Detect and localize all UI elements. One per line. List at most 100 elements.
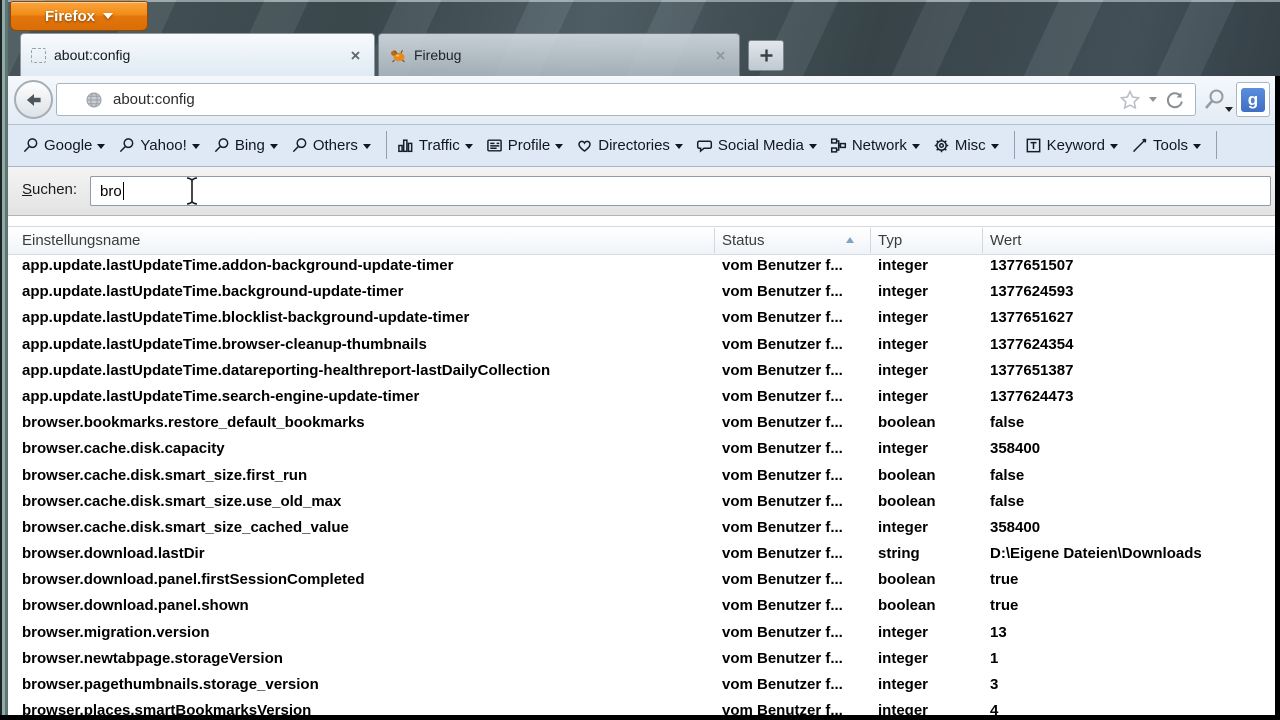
table-row[interactable]: browser.download.panel.shownvom Benutzer… (8, 593, 1275, 619)
pref-type-cell: integer (878, 358, 928, 384)
toolbar-separator (386, 131, 387, 159)
toolbar-menu-social-media[interactable]: Social Media (696, 137, 817, 154)
column-divider[interactable] (714, 228, 715, 253)
pref-type-cell: integer (878, 279, 928, 305)
url-bar[interactable]: about:config (56, 83, 1196, 116)
pref-type-cell: integer (878, 332, 928, 358)
bookmark-star-icon[interactable] (1119, 89, 1141, 111)
column-header-typ[interactable]: Typ (878, 227, 902, 254)
close-icon[interactable] (346, 46, 364, 64)
pref-type-cell: integer (878, 672, 928, 698)
toolbar-menu-profile[interactable]: Profile (486, 137, 564, 154)
pref-value-cell: 1 (990, 646, 998, 672)
pref-name-cell: app.update.lastUpdateTime.datareporting-… (22, 358, 550, 384)
chevron-down-icon (97, 144, 105, 149)
table-row[interactable]: app.update.lastUpdateTime.datareporting-… (8, 358, 1275, 384)
search-input[interactable]: bro (90, 176, 1271, 206)
pref-type-cell: boolean (878, 567, 936, 593)
reload-icon[interactable] (1165, 90, 1185, 110)
pref-status-cell: vom Benutzer f... (722, 593, 843, 619)
tab-about-config[interactable]: about:config (20, 33, 375, 76)
tab-firebug[interactable]: Firebug (378, 33, 740, 76)
chat-icon (696, 137, 713, 154)
pref-name-cell: browser.cache.disk.capacity (22, 436, 225, 462)
table-row[interactable]: browser.cache.disk.smart_size_cached_val… (8, 515, 1275, 541)
toolbar-menu-misc[interactable]: Misc (933, 137, 999, 154)
pref-status-cell: vom Benutzer f... (722, 410, 843, 436)
toolbar-menu-others[interactable]: Others (291, 137, 371, 154)
chevron-down-icon (1193, 144, 1201, 149)
pref-type-cell: integer (878, 305, 928, 331)
toolbar-menu-directories[interactable]: Directories (576, 137, 683, 154)
search-input-value: bro (100, 183, 122, 200)
pref-status-cell: vom Benutzer f... (722, 646, 843, 672)
chevron-down-icon (270, 144, 278, 149)
pref-status-cell: vom Benutzer f... (722, 672, 843, 698)
pref-name-cell: browser.cache.disk.smart_size_cached_val… (22, 515, 349, 541)
toolbar-menu-bing[interactable]: Bing (213, 137, 278, 154)
pref-status-cell: vom Benutzer f... (722, 541, 843, 567)
table-row[interactable]: browser.cache.disk.capacity vom Benutzer … (8, 436, 1275, 462)
column-divider[interactable] (982, 228, 983, 253)
pref-name-cell: browser.pagethumbnails.storage_version (22, 672, 319, 698)
chevron-down-icon (675, 144, 683, 149)
column-header-wert[interactable]: Wert (990, 227, 1021, 254)
network-icon (830, 137, 847, 154)
toolbar-menu-google[interactable]: Google (22, 137, 105, 154)
new-tab-button[interactable] (748, 40, 784, 71)
table-row[interactable]: browser.cache.disk.smart_size.use_old_ma… (8, 489, 1275, 515)
firefox-button-label: Firefox (45, 8, 95, 25)
toolbar-menu-tools[interactable]: Tools (1131, 137, 1201, 154)
table-row[interactable]: app.update.lastUpdateTime.browser-cleanu… (8, 332, 1275, 358)
pref-type-cell: string (878, 541, 920, 567)
bookmarks-dropdown-icon[interactable] (1149, 97, 1157, 102)
pref-status-cell: vom Benutzer f... (722, 279, 843, 305)
placeholder-favicon-icon (31, 48, 46, 63)
chevron-down-icon (192, 144, 200, 149)
pref-value-cell: 1377624354 (990, 332, 1073, 358)
pref-status-cell: vom Benutzer f... (722, 332, 843, 358)
search-icon (291, 137, 308, 154)
wrench-icon (1131, 137, 1148, 154)
table-row[interactable]: browser.cache.disk.smart_size.first_runv… (8, 463, 1275, 489)
column-header-status[interactable]: Status (722, 227, 765, 254)
table-row[interactable]: browser.download.lastDir vom Benutzer f..… (8, 541, 1275, 567)
toolbar-menu-traffic[interactable]: Traffic (397, 137, 473, 154)
table-row[interactable]: browser.download.panel.firstSessionCompl… (8, 567, 1275, 593)
chevron-down-icon (1110, 144, 1118, 149)
firefox-menu-button[interactable]: Firefox (10, 1, 148, 31)
table-row[interactable]: browser.bookmarks.restore_default_bookma… (8, 410, 1275, 436)
seo-toolbar: Google Yahoo! Bing Others Traffic Profile Dire… (8, 124, 1275, 167)
table-row[interactable]: browser.migration.versionvom Benutzer f.… (8, 620, 1275, 646)
browser-window: Firefox about:config Firebug (0, 0, 1280, 720)
table-row[interactable]: app.update.lastUpdateTime.search-engine-… (8, 384, 1275, 410)
table-row[interactable]: app.update.lastUpdateTime.blocklist-back… (8, 305, 1275, 331)
table-row[interactable]: app.update.lastUpdateTime.background-upd… (8, 279, 1275, 305)
pref-type-cell: boolean (878, 410, 936, 436)
pref-name-cell: browser.cache.disk.smart_size.use_old_ma… (22, 489, 341, 515)
pref-name-cell: app.update.lastUpdateTime.blocklist-back… (22, 305, 469, 331)
table-body: app.update.lastUpdateTime.addon-backgrou… (8, 253, 1275, 720)
close-icon[interactable] (711, 46, 729, 64)
table-row[interactable]: browser.newtabpage.storageVersionvom Ben… (8, 646, 1275, 672)
toolbar-menu-label: Bing (235, 137, 265, 154)
pref-status-cell: vom Benutzer f... (722, 567, 843, 593)
table-row[interactable]: app.update.lastUpdateTime.addon-backgrou… (8, 253, 1275, 279)
pref-type-cell: integer (878, 384, 928, 410)
search-bar-mini: g (1202, 83, 1270, 116)
back-button[interactable] (14, 80, 53, 119)
pref-name-cell: browser.download.lastDir (22, 541, 205, 567)
toolbar-menu-network[interactable]: Network (830, 137, 920, 154)
pref-value-cell: 1377624473 (990, 384, 1073, 410)
toolbar-menu-keyword[interactable]: Keyword (1025, 137, 1118, 154)
toolbar-menu-label: Directories (598, 137, 670, 154)
search-engine-picker-icon[interactable] (1202, 87, 1228, 113)
column-divider[interactable] (870, 228, 871, 253)
pref-status-cell: vom Benutzer f... (722, 436, 843, 462)
toolbar-menu-yahoo-[interactable]: Yahoo! (118, 137, 199, 154)
column-header-einstellungsname[interactable]: Einstellungsname (22, 227, 140, 254)
pref-status-cell: vom Benutzer f... (722, 253, 843, 279)
pref-type-cell: integer (878, 620, 928, 646)
table-row[interactable]: browser.pagethumbnails.storage_version vo… (8, 672, 1275, 698)
google-search-icon[interactable]: g (1241, 88, 1265, 112)
